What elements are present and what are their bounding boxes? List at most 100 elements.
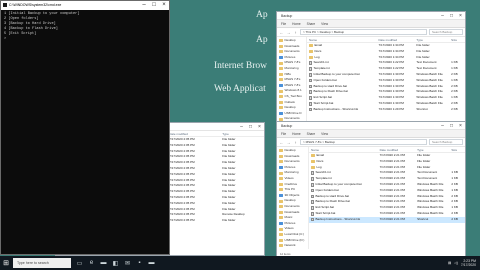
folder-icon	[279, 100, 283, 104]
close-button[interactable]: ×	[456, 12, 465, 20]
folder-icon	[279, 233, 283, 237]
desktop-label-2: Ap	[256, 35, 268, 45]
file-icon	[309, 84, 312, 89]
volume-icon[interactable]: ◁)	[454, 261, 458, 265]
folder-icon	[279, 166, 283, 170]
ribbon-tab[interactable]: Home	[292, 132, 301, 136]
back-arrow-icon[interactable]: ←	[279, 30, 284, 35]
file-list[interactable]: Name Date modified Type Size Email 7/17/2020…	[309, 147, 465, 249]
address-bar-row: ← → ↑ > MSHS 7-8's > Backup Search Backu…	[277, 138, 465, 147]
close-button[interactable]: ×	[255, 123, 264, 131]
explorer-window-icon[interactable]: ▬	[147, 258, 156, 268]
ribbon-tab[interactable]: File	[281, 22, 286, 26]
close-button[interactable]: ×	[456, 122, 465, 130]
minimize-button[interactable]: –	[438, 12, 447, 20]
file-cell: Backup Instructions - Shortcut.lnk	[309, 217, 378, 223]
file-cell-text: Backup Instructions - Shortcut.lnk	[313, 106, 359, 111]
clock[interactable]: 2:23 PM 7/17/2020	[461, 259, 476, 267]
folder-icon	[279, 222, 283, 226]
windows-start-icon[interactable]: ⊞	[0, 256, 12, 270]
file-cell: 7/17/2020 1:29 PM	[377, 107, 415, 113]
folder-icon	[309, 50, 313, 54]
file-row[interactable]: Backup Instructions - Shortcut.lnk 7/17/2…	[307, 107, 465, 113]
cmd-icon[interactable]: ▪	[135, 258, 144, 268]
navigation-pane[interactable]: Desktop Downloads Documents Pictures Monitor…	[277, 147, 309, 249]
cmd-icon	[3, 3, 7, 7]
folder-icon	[279, 78, 283, 82]
task-view-icon[interactable]: ▭	[75, 258, 84, 268]
window-title-text: Backup	[281, 14, 293, 18]
folder-icon	[279, 227, 283, 231]
column-header-date-modified[interactable]: Date modified	[377, 37, 415, 42]
window-controls: – □ ×	[438, 12, 465, 20]
folder-icon	[311, 165, 315, 169]
column-header-type[interactable]: Type	[415, 147, 449, 152]
column-header-size[interactable]: Size	[449, 147, 465, 152]
minimize-button[interactable]: –	[139, 1, 149, 10]
minimize-button[interactable]: –	[438, 122, 447, 130]
file-cell-text: File folder	[222, 218, 236, 223]
ribbon-tab[interactable]: View	[321, 22, 328, 26]
ribbon-tab[interactable]: Share	[307, 22, 316, 26]
file-icon	[311, 177, 314, 181]
column-header-type[interactable]: Type	[220, 131, 264, 136]
file-cell-text: 2 KB	[451, 106, 458, 111]
folder-icon	[279, 194, 283, 198]
address-bar[interactable]: > This PC > Desktop > Backup	[300, 29, 427, 35]
file-explorer-icon[interactable]: ▬	[99, 258, 108, 268]
store-icon[interactable]: ◧	[111, 258, 120, 268]
command-prompt-window[interactable]: C:\WINDOWS\system32\cmd.exe – □ × 1 [Ini…	[0, 0, 170, 255]
file-list[interactable]: Name Date modified Type Size Email 7/17/2020…	[307, 37, 465, 122]
file-cell: Shortcut	[415, 217, 449, 223]
ribbon-tab[interactable]: Share	[307, 132, 316, 136]
file-cell: Backup Instructions - Shortcut.lnk	[307, 107, 377, 113]
ribbon-tab[interactable]: Home	[292, 22, 301, 26]
file-icon	[311, 206, 314, 210]
maximize-button[interactable]: □	[447, 12, 456, 20]
file-icon	[311, 194, 314, 199]
file-icon	[309, 90, 312, 95]
maximize-button[interactable]: □	[246, 123, 255, 131]
column-header-type[interactable]: Type	[414, 37, 449, 42]
cmd-output[interactable]: 1 [Initial Backup to your computer] 2 [Op…	[1, 10, 169, 44]
forward-arrow-icon[interactable]: →	[286, 140, 291, 145]
up-arrow-icon[interactable]: ↑	[293, 30, 298, 35]
address-bar[interactable]: > MSHS 7-8's > Backup	[300, 139, 427, 145]
maximize-button[interactable]: □	[447, 122, 456, 130]
minimize-button[interactable]: –	[237, 123, 246, 131]
window-body: Desktop Downloads Documents Pictures Monitor…	[277, 147, 465, 249]
folder-icon	[279, 171, 283, 175]
column-header-name[interactable]: Name	[307, 37, 377, 42]
file-icon	[309, 61, 312, 66]
nav-item[interactable]: Network	[277, 243, 308, 249]
window-title: Backup – □ ×	[277, 122, 465, 130]
column-header-name[interactable]: Name	[309, 147, 378, 152]
column-header-size[interactable]: Size	[449, 37, 465, 42]
ribbon-tab[interactable]: View	[321, 132, 328, 136]
ribbon-tab[interactable]: File	[281, 132, 286, 136]
search-input[interactable]: Search Backup	[429, 29, 463, 35]
folder-icon	[279, 205, 283, 209]
up-arrow-icon[interactable]: ↑	[293, 140, 298, 145]
network-icon[interactable]: ▤	[448, 261, 451, 265]
folder-icon	[279, 89, 283, 93]
mail-icon[interactable]: ✉	[123, 258, 132, 268]
explorer-window-backup-top[interactable]: Backup – □ × File Home Share View ← → ↑ > T…	[276, 11, 466, 123]
back-arrow-icon[interactable]: ←	[279, 140, 284, 145]
navigation-pane[interactable]: Desktop Downloads Documents Pictures MSHS 7-…	[277, 37, 307, 122]
taskbar-pinned-apps: ▭ e ▬ ◧ ✉ ▪ ▬	[75, 258, 156, 268]
close-button[interactable]: ×	[159, 1, 169, 10]
taskbar-search-input[interactable]: Type here to search	[13, 258, 71, 268]
column-header-date-modified[interactable]: Date modified	[167, 131, 220, 136]
explorer-window-backup-bottom[interactable]: Backup – □ × File Home Share View ← → ↑ > M…	[276, 121, 466, 258]
file-row[interactable]: Backup Instructions - Shortcut.lnk 7/17/2…	[309, 216, 465, 223]
forward-arrow-icon[interactable]: →	[286, 30, 291, 35]
file-icon	[309, 73, 312, 77]
desktop-label-1: Ap	[256, 10, 268, 20]
edge-icon[interactable]: e	[87, 258, 96, 268]
column-header-date-modified[interactable]: Date modified	[378, 147, 415, 152]
file-rows: Email 7/17/2020 2:21 PM File folder Docs 7/1…	[309, 153, 465, 223]
folder-icon	[279, 188, 283, 192]
search-input[interactable]: Search Backup	[429, 139, 463, 145]
maximize-button[interactable]: □	[149, 1, 159, 10]
